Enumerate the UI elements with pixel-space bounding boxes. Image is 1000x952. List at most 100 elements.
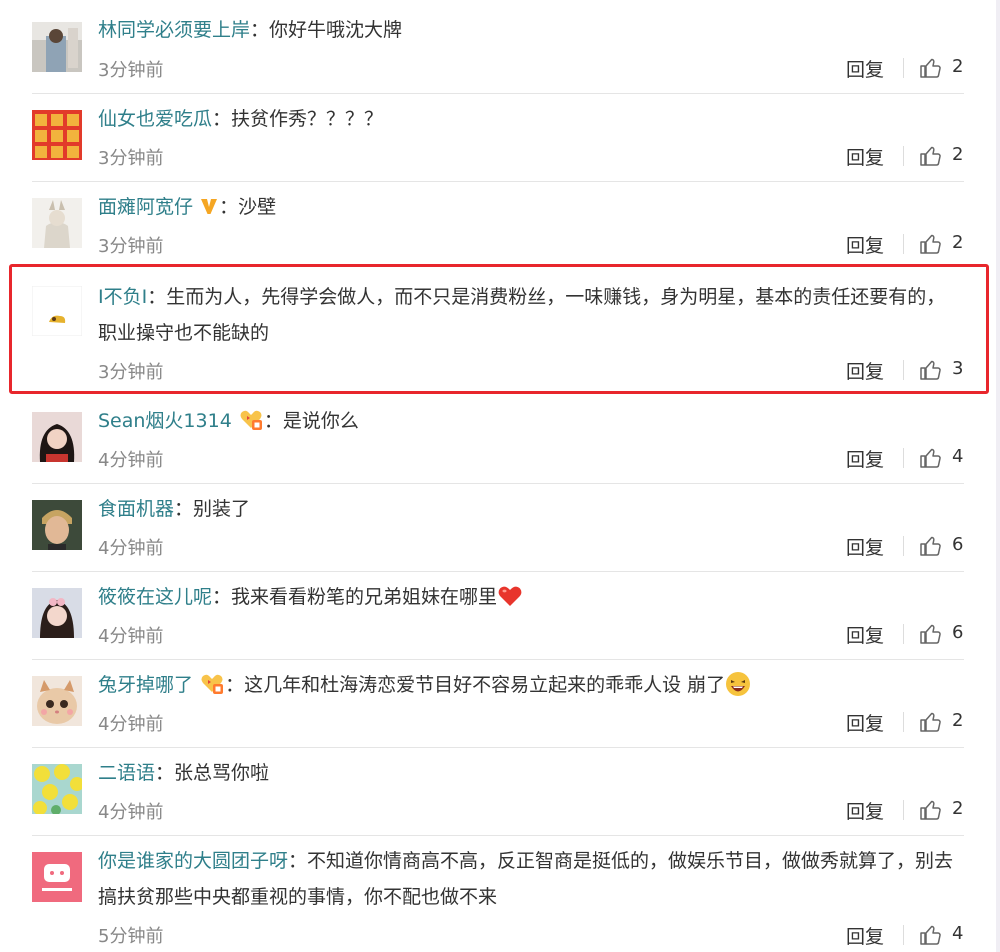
comment-text: 你好牛哦沈大牌 bbox=[269, 19, 403, 41]
like-count: 6 bbox=[952, 622, 964, 643]
comment-text: 别装了 bbox=[193, 498, 251, 520]
like-count: 2 bbox=[952, 144, 964, 165]
reply-button[interactable]: 回复 bbox=[846, 797, 884, 824]
timestamp: 5分钟前 bbox=[98, 926, 164, 947]
colon: ： bbox=[225, 674, 245, 696]
action-separator bbox=[903, 146, 904, 166]
colon: ： bbox=[212, 586, 232, 608]
like-count: 2 bbox=[952, 232, 964, 253]
action-separator bbox=[903, 448, 904, 468]
comment-text: 扶贫作秀？？？？ bbox=[231, 108, 384, 130]
v-badge-icon bbox=[199, 192, 219, 214]
action-separator bbox=[903, 58, 904, 78]
like-count: 2 bbox=[952, 56, 964, 77]
comment-content: 仙女也爱吃瓜：扶贫作秀？？？？ bbox=[98, 101, 958, 137]
colon: ： bbox=[250, 19, 270, 41]
thumbs-up-icon[interactable] bbox=[919, 56, 943, 80]
thumbs-up-icon[interactable] bbox=[919, 622, 943, 646]
thumbs-up-icon[interactable] bbox=[919, 534, 943, 558]
comment-item: 面瘫阿宽仔 ：沙壁 3分钟前 回复 2 bbox=[0, 182, 1000, 269]
timestamp: 4分钟前 bbox=[98, 626, 164, 647]
comment-item: 你是谁家的大圆团子呀：不知道你情商高不高，反正智商是挺低的，做娱乐节目，做做秀就… bbox=[0, 836, 1000, 952]
username-link[interactable]: 兔牙掉哪了 bbox=[98, 674, 193, 696]
colon: ： bbox=[212, 108, 232, 130]
reply-button[interactable]: 回复 bbox=[846, 533, 884, 560]
comment-content: 面瘫阿宽仔 ：沙壁 bbox=[98, 189, 958, 225]
reply-button[interactable]: 回复 bbox=[846, 55, 884, 82]
avatar[interactable] bbox=[32, 500, 82, 550]
comment-item: 筱筱在这儿呢：我来看看粉笔的兄弟姐妹在哪里 4分钟前 回复 6 bbox=[0, 572, 1000, 659]
thumbs-up-icon[interactable] bbox=[919, 144, 943, 168]
colon: ： bbox=[263, 410, 283, 432]
colon: ： bbox=[155, 762, 175, 784]
comment-text: 我来看看粉笔的兄弟姐妹在哪里 bbox=[231, 586, 498, 608]
username-link[interactable]: 林同学必须要上岸 bbox=[98, 19, 250, 41]
timestamp: 3分钟前 bbox=[98, 236, 164, 257]
avatar[interactable] bbox=[32, 412, 82, 462]
comment-content: Sean烟火1314 ：是说你么 bbox=[98, 403, 958, 439]
username-link[interactable]: 二语语 bbox=[98, 762, 155, 784]
comment-item: 仙女也爱吃瓜：扶贫作秀？？？？ 3分钟前 回复 2 bbox=[0, 94, 1000, 181]
reply-button[interactable]: 回复 bbox=[846, 621, 884, 648]
thumbs-up-icon[interactable] bbox=[919, 446, 943, 470]
avatar[interactable] bbox=[32, 588, 82, 638]
reply-button[interactable]: 回复 bbox=[846, 709, 884, 736]
fan-heart-badge-icon bbox=[238, 406, 264, 432]
username-link[interactable]: 仙女也爱吃瓜 bbox=[98, 108, 212, 130]
timestamp: 3分钟前 bbox=[98, 148, 164, 169]
comment-text: 是说你么 bbox=[282, 410, 359, 432]
thumbs-up-icon[interactable] bbox=[919, 232, 943, 256]
avatar[interactable] bbox=[32, 764, 82, 814]
comment-text: 张总骂你啦 bbox=[174, 762, 270, 784]
timestamp: 4分钟前 bbox=[98, 714, 164, 735]
action-separator bbox=[903, 624, 904, 644]
comment-item: 二语语：张总骂你啦 4分钟前 回复 2 bbox=[0, 748, 1000, 835]
reply-button[interactable]: 回复 bbox=[846, 231, 884, 258]
fan-heart-badge-icon bbox=[199, 670, 225, 696]
avatar[interactable] bbox=[32, 110, 82, 160]
like-count: 6 bbox=[952, 534, 964, 555]
comment-content: 筱筱在这儿呢：我来看看粉笔的兄弟姐妹在哪里 bbox=[98, 579, 958, 615]
avatar[interactable] bbox=[32, 676, 82, 726]
username-link[interactable]: Sean烟火1314 bbox=[98, 410, 232, 432]
colon: ： bbox=[174, 498, 194, 520]
comment-content: 二语语：张总骂你啦 bbox=[98, 755, 958, 791]
timestamp: 3分钟前 bbox=[98, 60, 164, 81]
action-separator bbox=[903, 536, 904, 556]
reply-button[interactable]: 回复 bbox=[846, 143, 884, 170]
red-heart-emoji bbox=[497, 583, 523, 609]
colon: ： bbox=[288, 850, 308, 872]
comment-item: 兔牙掉哪了 ：这几年和杜海涛恋爱节目好不容易立起来的乖乖人设 崩了 4分钟前 回… bbox=[0, 660, 1000, 747]
action-separator bbox=[903, 925, 904, 945]
comment-content: 林同学必须要上岸：你好牛哦沈大牌 bbox=[98, 12, 958, 48]
avatar[interactable] bbox=[32, 22, 82, 72]
thumbs-up-icon[interactable] bbox=[919, 710, 943, 734]
scrollbar[interactable] bbox=[996, 0, 1000, 952]
username-link[interactable]: 食面机器 bbox=[98, 498, 174, 520]
thumbs-up-icon[interactable] bbox=[919, 798, 943, 822]
comment-text: 沙壁 bbox=[238, 196, 277, 218]
action-separator bbox=[903, 800, 904, 820]
like-count: 2 bbox=[952, 710, 964, 731]
reply-button[interactable]: 回复 bbox=[846, 445, 884, 472]
avatar[interactable] bbox=[32, 198, 82, 248]
avatar[interactable] bbox=[32, 852, 82, 902]
username-link[interactable]: 面瘫阿宽仔 bbox=[98, 196, 193, 218]
comment-item: 林同学必须要上岸：你好牛哦沈大牌 3分钟前 回复 2 bbox=[0, 0, 1000, 93]
reply-button[interactable]: 回复 bbox=[846, 922, 884, 949]
highlight-box bbox=[9, 264, 989, 394]
comment-content: 兔牙掉哪了 ：这几年和杜海涛恋爱节目好不容易立起来的乖乖人设 崩了 bbox=[98, 667, 958, 703]
laughing-emoji bbox=[725, 671, 751, 697]
like-count: 4 bbox=[952, 446, 964, 467]
timestamp: 4分钟前 bbox=[98, 450, 164, 471]
action-separator bbox=[903, 712, 904, 732]
timestamp: 4分钟前 bbox=[98, 538, 164, 559]
username-link[interactable]: 筱筱在这儿呢 bbox=[98, 586, 212, 608]
comment-item: 食面机器：别装了 4分钟前 回复 6 bbox=[0, 484, 1000, 571]
thumbs-up-icon[interactable] bbox=[919, 923, 943, 947]
like-count: 2 bbox=[952, 798, 964, 819]
comment-content: 你是谁家的大圆团子呀：不知道你情商高不高，反正智商是挺低的，做娱乐节目，做做秀就… bbox=[98, 843, 958, 915]
action-separator bbox=[903, 234, 904, 254]
timestamp: 4分钟前 bbox=[98, 802, 164, 823]
username-link[interactable]: 你是谁家的大圆团子呀 bbox=[98, 850, 288, 872]
